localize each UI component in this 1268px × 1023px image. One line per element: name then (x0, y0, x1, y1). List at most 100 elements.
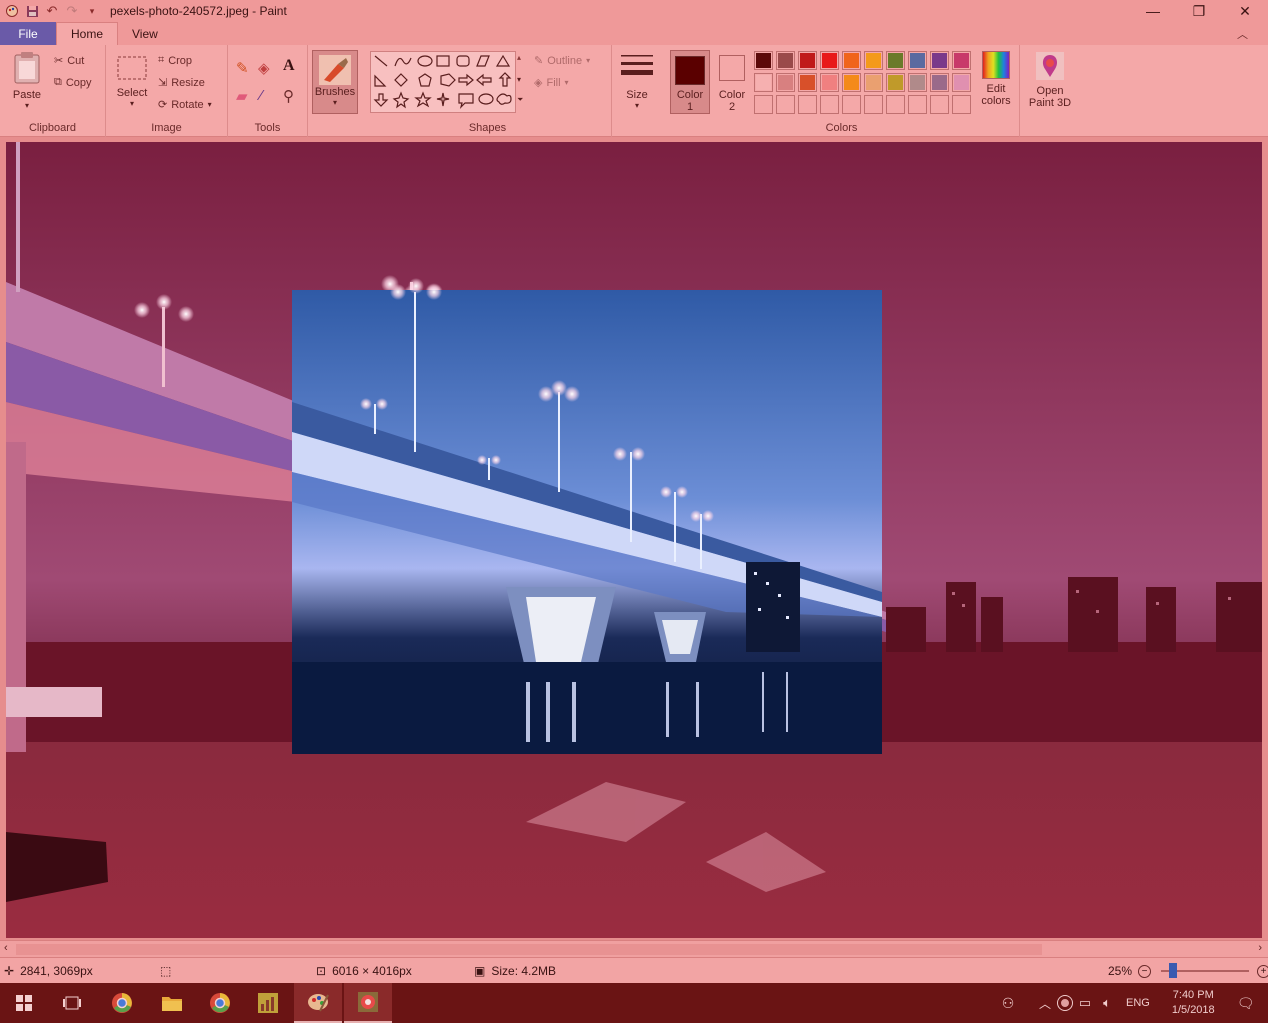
undo-icon[interactable]: ↶ (42, 1, 62, 21)
selection-icon: ⬚ (160, 964, 172, 978)
network-icon[interactable]: ▭ (1074, 995, 1096, 1011)
save-icon[interactable] (22, 1, 42, 21)
eraser-icon[interactable]: ▰ (236, 87, 248, 105)
palette-swatch[interactable] (776, 73, 795, 92)
palette-swatch[interactable] (754, 95, 773, 114)
zoom-in-icon[interactable]: + (1257, 964, 1268, 978)
shapes-group: ▴ ▾ ⏷ ✎ Outline ▾ ◈ Fill ▾ Shapes (364, 45, 612, 137)
start-button[interactable] (0, 983, 48, 1023)
taskbar-snip-tool[interactable] (344, 983, 392, 1023)
cut-label: Cut (67, 54, 85, 67)
copy-button[interactable]: ⧉ Copy (54, 76, 92, 89)
customize-toolbar-icon[interactable]: ▾ (82, 1, 102, 21)
taskbar-chrome-1[interactable] (98, 983, 146, 1023)
horizontal-scrollbar[interactable]: ‹ › (0, 940, 1268, 957)
tab-file[interactable]: File (0, 22, 56, 45)
scroll-right-icon[interactable]: › (1258, 942, 1262, 954)
color2-button[interactable]: Color 2 (714, 50, 750, 113)
language-indicator[interactable]: ENG (1126, 997, 1150, 1009)
show-hidden-icons[interactable]: ︿ (1034, 995, 1056, 1012)
scrollbar-thumb[interactable] (16, 944, 1042, 955)
palette-swatch[interactable] (798, 73, 817, 92)
palette-swatch[interactable] (776, 51, 795, 70)
collapse-ribbon-icon[interactable]: ︿ (1237, 26, 1248, 42)
palette-swatch[interactable] (842, 51, 861, 70)
crosshair-icon: ✛ (4, 964, 15, 978)
clock[interactable]: 7:40 PM 1/5/2018 (1172, 988, 1215, 1018)
palette-swatch[interactable] (930, 95, 949, 114)
palette-swatch[interactable] (886, 73, 905, 92)
palette-swatch[interactable] (754, 73, 773, 92)
task-view-button[interactable] (48, 983, 96, 1023)
taskbar-chart-app[interactable] (244, 983, 292, 1023)
people-icon[interactable]: ⚇ (996, 995, 1020, 1012)
edit-colors-button[interactable]: Edit colors (976, 51, 1016, 107)
resize-button[interactable]: ⇲ Resize (158, 76, 205, 90)
minimize-button[interactable]: — (1130, 0, 1176, 22)
app-tray-icon[interactable] (1057, 995, 1073, 1011)
palette-swatch[interactable] (908, 51, 927, 70)
shapes-scroll-up-icon[interactable]: ▴ (517, 53, 521, 62)
clock-time: 7:40 PM (1172, 989, 1214, 1001)
palette-swatch[interactable] (798, 95, 817, 114)
palette-swatch[interactable] (820, 73, 839, 92)
palette-swatch[interactable] (886, 95, 905, 114)
palette-swatch[interactable] (820, 95, 839, 114)
shapes-expand-icon[interactable]: ⏷ (517, 95, 523, 105)
rotate-button[interactable]: ⟳ Rotate ▾ (158, 98, 212, 112)
palette-swatch[interactable] (754, 51, 773, 70)
open-paint3d-button[interactable]: Open Paint 3D (1024, 51, 1076, 109)
palette-swatch[interactable] (864, 51, 883, 70)
palette-swatch[interactable] (930, 73, 949, 92)
cut-button[interactable]: ✂ Cut (54, 54, 85, 68)
palette-swatch[interactable] (842, 73, 861, 92)
palette-swatch[interactable] (842, 95, 861, 114)
palette-swatch[interactable] (820, 51, 839, 70)
notifications-icon[interactable]: 🗨︎ (1231, 995, 1261, 1012)
outline-button[interactable]: ✎ Outline ▾ (534, 54, 590, 68)
tab-home[interactable]: Home (56, 22, 119, 45)
paste-button[interactable]: Paste ▾ (8, 51, 46, 110)
palette-swatch[interactable] (952, 95, 971, 114)
rotate-dropdown-icon: ▾ (207, 100, 212, 109)
zoom-slider[interactable] (1161, 963, 1250, 978)
text-tool-icon[interactable]: A (283, 57, 295, 75)
taskbar-chrome-2[interactable] (196, 983, 244, 1023)
magnifier-icon[interactable]: ⚲ (283, 87, 294, 105)
palette-swatch[interactable] (908, 73, 927, 92)
color-picker-icon[interactable]: ⁄ (260, 87, 263, 104)
brushes-button[interactable]: Brushes ▾ (312, 50, 358, 114)
cursor-position: ✛ 2841, 3069px (4, 964, 93, 978)
palette-swatch[interactable] (908, 95, 927, 114)
palette-swatch[interactable] (864, 95, 883, 114)
fill-bucket-icon[interactable]: ◈ (258, 59, 270, 77)
paint-app-icon[interactable] (2, 1, 22, 21)
image-canvas[interactable] (6, 142, 1262, 938)
palette-swatch[interactable] (798, 51, 817, 70)
fill-button[interactable]: ◈ Fill ▾ (534, 76, 569, 90)
pencil-icon[interactable]: ✎ (236, 59, 249, 77)
volume-icon[interactable]: 🔈︎ (1096, 995, 1118, 1011)
palette-swatch[interactable] (776, 95, 795, 114)
size-button[interactable]: Size ▾ (618, 53, 656, 110)
crop-button[interactable]: ⌗ Crop (158, 54, 192, 67)
close-button[interactable]: ✕ (1222, 0, 1268, 22)
redo-icon[interactable]: ↷ (62, 1, 82, 21)
maximize-button[interactable]: ❐ (1176, 0, 1222, 22)
tab-view[interactable]: View (118, 22, 172, 45)
zoom-slider-thumb[interactable] (1169, 963, 1178, 978)
taskbar-paint[interactable] (294, 983, 342, 1023)
color1-button[interactable]: Color 1 (670, 50, 710, 114)
brushes-label: Brushes (314, 86, 356, 98)
shapes-scroll-down-icon[interactable]: ▾ (517, 75, 521, 84)
scroll-left-icon[interactable]: ‹ (4, 942, 8, 954)
palette-swatch[interactable] (930, 51, 949, 70)
taskbar-file-explorer[interactable] (148, 983, 196, 1023)
select-button[interactable]: Select ▾ (114, 55, 150, 108)
palette-swatch[interactable] (886, 51, 905, 70)
palette-swatch[interactable] (952, 51, 971, 70)
palette-swatch[interactable] (864, 73, 883, 92)
shapes-grid-icon[interactable] (371, 52, 517, 114)
palette-swatch[interactable] (952, 73, 971, 92)
zoom-out-icon[interactable]: − (1138, 964, 1152, 978)
